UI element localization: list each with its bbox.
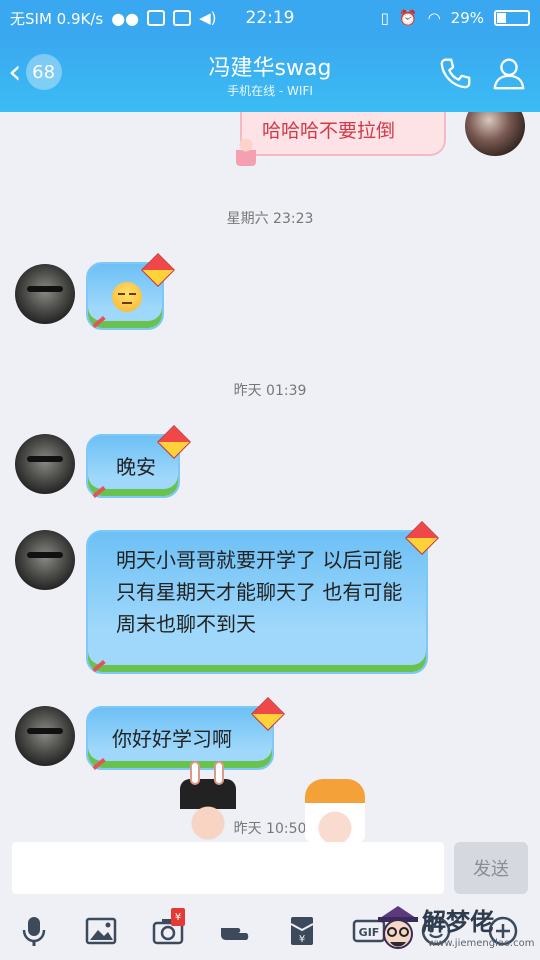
battery-percent: 29% <box>450 9 484 27</box>
battery-fill <box>497 13 507 23</box>
unamused-emoji-icon <box>112 281 142 312</box>
phone-call-button[interactable] <box>436 54 474 92</box>
clock: 22:19 <box>245 8 295 28</box>
incoming-message-bubble[interactable]: 你好好学习啊 <box>86 706 274 770</box>
redpacket-badge: ¥ <box>171 908 185 926</box>
message-text: 晚安 <box>116 455 156 479</box>
contact-avatar[interactable] <box>15 434 75 494</box>
phone-icon <box>440 58 471 89</box>
photo-button[interactable] <box>67 902 134 960</box>
bunny-ear-icon <box>190 761 200 785</box>
contact-avatar[interactable] <box>15 530 75 590</box>
camera-button[interactable]: ¥ <box>134 902 201 960</box>
alarm-icon: ⏰ <box>398 9 418 27</box>
input-bar: 发送 <box>0 842 540 902</box>
gesture-button[interactable] <box>201 902 268 960</box>
watermark: 解梦佬 www.jiemenglao.com <box>372 898 540 960</box>
girl-sticker-icon <box>236 136 256 166</box>
incoming-message-bubble[interactable]: 明天小哥哥就要开学了 以后可能只有星期天才能聊天了 也有可能周末也聊不到天 <box>86 530 428 674</box>
chat-area[interactable]: 哈哈哈不要拉倒 星期六 23:23 昨天 01:39 晚安 明天小哥哥就要开学了… <box>0 112 540 842</box>
beanie-girl-sticker-icon <box>305 779 365 842</box>
message-text: 你好好学习啊 <box>112 727 232 751</box>
wechat-icon: ●● <box>111 8 140 28</box>
gallery-icon <box>173 10 192 26</box>
microphone-icon <box>22 917 45 946</box>
message-text: 明天小哥哥就要开学了 以后可能只有星期天才能聊天了 也有可能周末也聊不到天 <box>116 548 403 636</box>
send-button[interactable]: 发送 <box>454 842 528 894</box>
status-right: ▯ ⏰ ◠ 29% <box>381 9 530 27</box>
contact-avatar[interactable] <box>15 706 75 766</box>
timestamp: 星期六 23:23 <box>226 211 314 227</box>
timestamp: 昨天 01:39 <box>233 383 307 399</box>
outgoing-message-bubble[interactable]: 哈哈哈不要拉倒 <box>240 112 446 156</box>
message-input[interactable] <box>12 842 444 894</box>
svg-text:¥: ¥ <box>298 934 304 945</box>
bunny-boy-sticker-icon <box>180 761 236 842</box>
chat-header: ‹ 68 冯建华swag 手机在线 - WIFI <box>0 36 540 112</box>
voice-button[interactable] <box>0 902 67 960</box>
wifi-icon: ◠ <box>427 9 441 27</box>
vibrate-icon: ▯ <box>380 9 389 27</box>
image-icon <box>85 917 116 945</box>
person-icon <box>493 58 525 90</box>
timestamp: 昨天 10:50 <box>233 821 307 837</box>
app-icon <box>147 10 166 26</box>
carrier-text: 无SIM 0.9K/s <box>10 9 104 28</box>
battery-icon <box>494 10 530 26</box>
detective-face-icon <box>378 906 418 949</box>
bunny-ear-icon <box>214 761 224 785</box>
volume-icon: ◀) <box>199 9 217 27</box>
my-avatar[interactable] <box>465 112 525 156</box>
watermark-url: www.jiemenglao.com <box>428 938 535 949</box>
watermark-text: 解梦佬 <box>422 908 494 936</box>
profile-button[interactable] <box>490 54 528 92</box>
red-packet-icon: ¥ <box>290 917 313 945</box>
status-bar: 无SIM 0.9K/s ●● ◀) 22:19 ▯ ⏰ ◠ 29% <box>0 0 540 36</box>
hand-pointing-icon <box>220 928 248 940</box>
outgoing-message-text: 哈哈哈不要拉倒 <box>262 120 396 142</box>
contact-avatar[interactable] <box>15 264 75 324</box>
status-left: 无SIM 0.9K/s ●● ◀) <box>10 8 381 29</box>
red-packet-button[interactable]: ¥ <box>268 902 335 960</box>
